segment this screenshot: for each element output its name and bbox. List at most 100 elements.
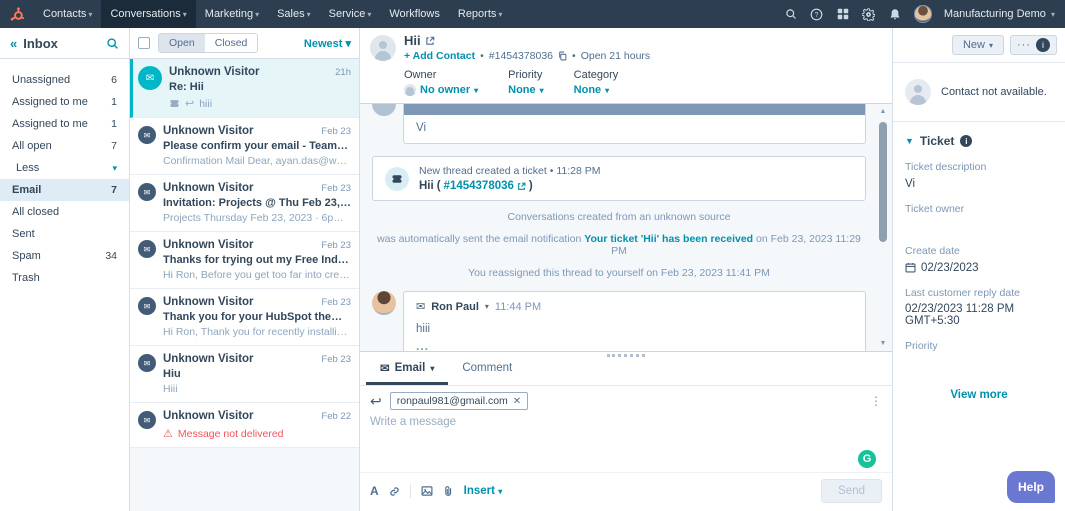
message-body: hiii	[416, 323, 431, 335]
email-icon: ✉	[416, 301, 426, 313]
nav-workflows[interactable]: Workflows	[380, 0, 449, 28]
contact-avatar	[370, 35, 396, 61]
avatar	[372, 104, 396, 116]
nav-contacts[interactable]: Contacts ▾	[34, 0, 101, 28]
sender-name[interactable]: Ron Paul	[431, 301, 479, 313]
priority-dropdown[interactable]: None ▾	[508, 84, 544, 96]
email-avatar-icon: ✉	[138, 354, 156, 372]
notifications-bell-icon[interactable]	[888, 7, 902, 21]
warning-icon: ⚠	[163, 428, 173, 440]
category-dropdown[interactable]: None ▾	[574, 84, 619, 96]
marketplace-icon[interactable]	[836, 7, 850, 21]
sidebar-item-less[interactable]: Less ▾	[0, 157, 129, 179]
send-button[interactable]: Send	[821, 479, 882, 503]
category-field: Category None ▾	[573, 69, 619, 96]
scroll-down-icon[interactable]: ▼	[878, 340, 888, 347]
system-line-notification: was automatically sent the email notific…	[377, 233, 861, 257]
sidebar-item-unassigned[interactable]: Unassigned 6	[0, 69, 129, 91]
message-card-partial[interactable]: Vi	[403, 104, 866, 144]
sidebar-item-trash[interactable]: Trash	[0, 267, 129, 289]
scrollbar-thumb[interactable]	[879, 122, 887, 242]
conversation-row-thank-you-theme[interactable]: ✉ Unknown Visitor Feb 23 Thank you for yo…	[130, 289, 359, 346]
sidebar-item-all-closed[interactable]: All closed	[0, 201, 129, 223]
remove-recipient-icon[interactable]: ✕	[513, 396, 521, 407]
ticket-section-title: Ticket	[919, 134, 955, 148]
tab-email[interactable]: ✉ Email ▾	[366, 352, 449, 385]
email-avatar-icon: ✉	[138, 183, 156, 201]
system-line-source: Conversations created from an unknown so…	[507, 211, 731, 223]
account-name[interactable]: Manufacturing Demo ▾	[944, 8, 1055, 20]
insert-dropdown[interactable]: Insert ▾	[464, 485, 503, 497]
conversation-row-hiu[interactable]: ✉ Unknown Visitor Feb 23 Hiu Hiii	[130, 346, 359, 403]
tab-comment[interactable]: Comment	[448, 352, 526, 385]
nav-service[interactable]: Service ▾	[320, 0, 381, 28]
grammarly-icon[interactable]: G	[858, 450, 876, 468]
sidebar-item-assigned-to-me-2[interactable]: Assigned to me 1	[0, 113, 129, 135]
info-icon[interactable]: i	[960, 135, 973, 147]
copy-icon[interactable]	[558, 51, 567, 61]
sidebar-item-all-open[interactable]: All open 7	[0, 135, 129, 157]
message-header-bar[interactable]	[404, 104, 865, 115]
add-contact-link[interactable]: + Add Contact	[404, 50, 475, 62]
thread-scroll-area[interactable]: Vi New thread created a ticket • 11:28 P…	[360, 104, 892, 351]
insert-image-icon[interactable]	[421, 485, 433, 497]
external-link-icon[interactable]	[425, 36, 435, 46]
external-link-icon[interactable]	[517, 182, 526, 191]
collapse-sidebar-icon[interactable]: «	[10, 36, 17, 51]
ticket-link[interactable]: #1454378036	[444, 180, 514, 192]
view-more-link[interactable]: View more	[905, 389, 1053, 401]
delivery-warning: Message not delivered	[177, 427, 284, 440]
message-input[interactable]	[370, 416, 882, 472]
email-avatar-icon: ✉	[138, 297, 156, 315]
conversation-list: Open Closed Newest ▾ ✉ Unknown Visitor 21…	[130, 28, 360, 511]
thread-pane: Hii + Add Contact • #1454378036 • Open 2…	[360, 28, 893, 511]
conversation-row-invitation[interactable]: ✉ Unknown Visitor Feb 23 Invitation: Proj…	[130, 175, 359, 232]
email-icon: ✉	[380, 363, 390, 375]
hubspot-logo-icon[interactable]	[8, 5, 26, 23]
ticket-notification-link[interactable]: Your ticket 'Hii' has been received	[584, 233, 753, 245]
create-date-field: Create date 02/23/2023	[905, 245, 979, 274]
resize-drag-handle[interactable]	[607, 354, 645, 357]
conversation-row-re-hii[interactable]: ✉ Unknown Visitor 21h Re: Hii ↩ hiii	[130, 59, 359, 118]
filter-closed-button[interactable]: Closed	[204, 34, 258, 52]
new-button[interactable]: New ▾	[951, 35, 1004, 55]
search-icon[interactable]	[784, 7, 798, 21]
nav-reports[interactable]: Reports ▾	[449, 0, 512, 28]
conversation-row-not-delivered[interactable]: ✉ Unknown Visitor Feb 22 ⚠ Message not del…	[130, 403, 359, 448]
nav-sales[interactable]: Sales ▾	[268, 0, 320, 28]
sidebar-item-email[interactable]: Email 7	[0, 179, 129, 201]
ellipsis-icon: ···	[1017, 39, 1031, 51]
conversation-row-thanks-trying[interactable]: ✉ Unknown Visitor Feb 23 Thanks for tryin…	[130, 232, 359, 289]
section-collapse-icon[interactable]: ▼	[905, 136, 914, 146]
sidebar-item-spam[interactable]: Spam 34	[0, 245, 129, 267]
help-icon[interactable]: ?	[810, 7, 824, 21]
chevron-down-icon[interactable]: ▾	[485, 302, 489, 311]
nav-conversations[interactable]: Conversations ▾	[101, 0, 196, 28]
sidebar-item-assigned-to-me[interactable]: Assigned to me 1	[0, 91, 129, 113]
filter-open-button[interactable]: Open	[159, 34, 205, 52]
conversation-row-confirm-email[interactable]: ✉ Unknown Visitor Feb 23 Please confirm y…	[130, 118, 359, 175]
sidebar-item-sent[interactable]: Sent	[0, 223, 129, 245]
chevron-down-icon: ▾	[430, 363, 435, 373]
thread-scrollbar[interactable]: ▲ ▼	[878, 108, 888, 347]
ticket-created-event-card: New thread created a ticket • 11:28 PM H…	[372, 156, 866, 201]
help-button[interactable]: Help	[1006, 471, 1055, 503]
sort-newest-dropdown[interactable]: Newest ▾	[304, 37, 351, 50]
owner-dropdown[interactable]: No owner ▾	[404, 84, 478, 96]
nav-marketing[interactable]: Marketing ▾	[196, 0, 268, 28]
settings-gear-icon[interactable]	[862, 7, 876, 21]
attachment-icon[interactable]	[443, 485, 454, 497]
account-avatar[interactable]	[913, 5, 932, 23]
link-icon[interactable]	[389, 486, 400, 497]
show-trimmed-content-button[interactable]: ...	[404, 335, 865, 351]
select-all-checkbox[interactable]	[138, 37, 150, 49]
more-options-icon[interactable]: ⋮	[870, 394, 882, 408]
ticket-id: #1454378036	[488, 50, 554, 62]
scroll-up-icon[interactable]: ▲	[878, 108, 888, 115]
font-format-icon[interactable]: A	[370, 484, 379, 498]
search-icon[interactable]	[106, 37, 119, 50]
message-time: 11:44 PM	[494, 300, 542, 313]
thread-title: Hii	[404, 33, 421, 48]
more-actions-button[interactable]: ··· i	[1010, 35, 1057, 55]
recipient-chip[interactable]: ronpaul981@gmail.com ✕	[389, 392, 529, 410]
